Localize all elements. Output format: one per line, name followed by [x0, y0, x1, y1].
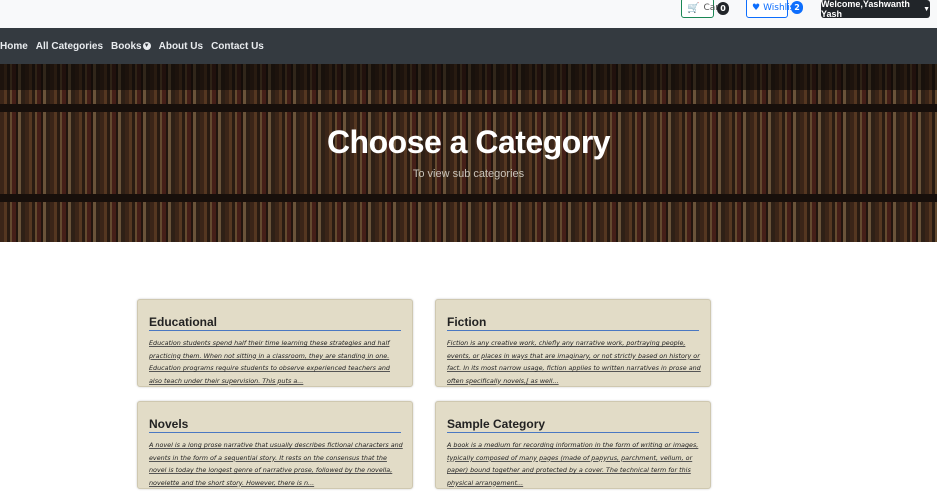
user-menu-button[interactable]: Welcome,Yashwanth Yash ▼ [821, 0, 930, 19]
main-navbar: Home All Categories Books ▼ About Us Con… [0, 28, 937, 64]
top-utility-bar: 🛒 Cart 0 ♥ Wishlist 2 Welcome,Yashwanth … [0, 0, 937, 28]
nav-all-categories[interactable]: All Categories [36, 41, 103, 52]
category-card-sample[interactable]: Sample Category A book is a medium for r… [435, 401, 711, 489]
card-description: A novel is a long prose narrative that u… [149, 441, 403, 487]
hero-subtitle: To view sub categories [412, 168, 525, 180]
hero-top-shade [0, 64, 937, 90]
welcome-label: Welcome,Yashwanth Yash [821, 0, 910, 19]
category-card-fiction[interactable]: Fiction Fiction is any creative work, ch… [435, 299, 711, 387]
nav-contact-us[interactable]: Contact Us [211, 41, 264, 52]
card-description: Fiction is any creative work, chiefly an… [447, 339, 701, 385]
hero-banner: Choose a Category To view sub categories [0, 64, 937, 242]
card-description: A book is a medium for recording informa… [447, 441, 699, 487]
card-title[interactable]: Sample Category [447, 417, 699, 433]
category-card-educational[interactable]: Educational Education students spend hal… [137, 299, 413, 387]
nav-home[interactable]: Home [0, 41, 28, 52]
wishlist-button[interactable]: ♥ Wishlist [746, 0, 798, 18]
cart-icon: 🛒 [687, 2, 700, 14]
cart-count-badge: 0 [717, 2, 729, 15]
hero-title: Choose a Category [326, 124, 611, 160]
card-title[interactable]: Fiction [447, 315, 699, 331]
nav-books-label: Books [111, 40, 142, 52]
card-title[interactable]: Educational [149, 315, 401, 331]
nav-books-dropdown[interactable]: Books ▼ [111, 41, 151, 52]
cart-button[interactable]: 🛒 Cart [681, 0, 722, 18]
card-description: Education students spend half their time… [149, 339, 390, 385]
wishlist-count-badge: 2 [791, 1, 803, 14]
chevron-down-icon: ▼ [923, 5, 930, 13]
nav-about-us[interactable]: About Us [159, 41, 203, 52]
card-title[interactable]: Novels [149, 417, 401, 433]
heart-icon: ♥ [752, 3, 761, 13]
chevron-down-icon: ▼ [142, 42, 151, 50]
category-card-novels[interactable]: Novels A novel is a long prose narrative… [137, 401, 413, 489]
